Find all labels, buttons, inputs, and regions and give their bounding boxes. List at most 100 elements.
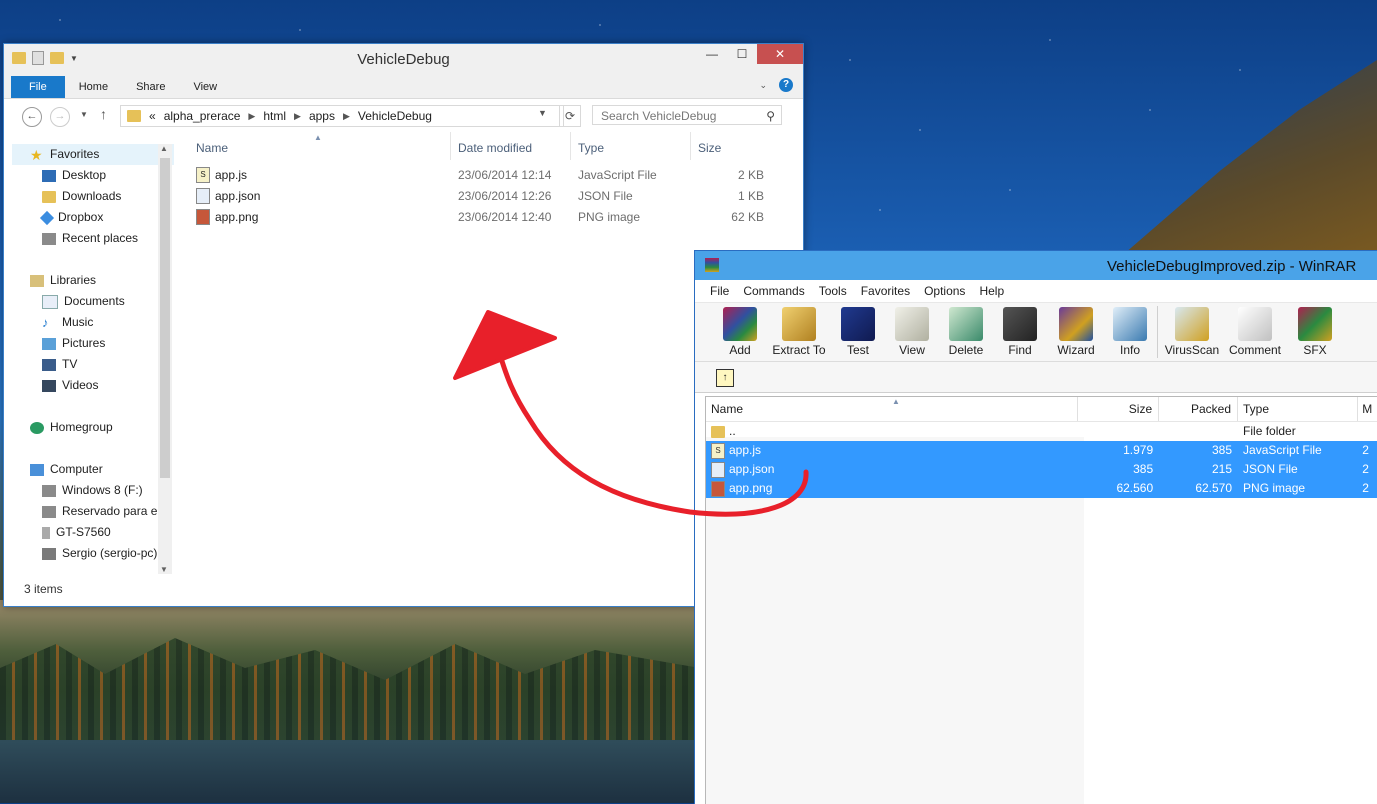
winrar-app-icon[interactable]	[705, 258, 719, 272]
up-one-level-icon[interactable]: ↑	[716, 369, 734, 387]
search-input[interactable]: Search VehicleDebug ⚲	[592, 105, 782, 125]
nav-windows8-drive[interactable]: Windows 8 (F:)	[12, 480, 174, 501]
archive-file-name: app.json	[729, 462, 775, 476]
find-button[interactable]: Find	[997, 303, 1043, 357]
archive-row[interactable]: app.json 385 215 JSON File 2	[706, 460, 1377, 479]
phone-icon	[42, 526, 50, 539]
nav-dropbox[interactable]: Dropbox	[12, 207, 174, 228]
nav-computer[interactable]: Computer	[12, 459, 174, 480]
nav-libraries[interactable]: Libraries	[12, 270, 174, 291]
column-header-size[interactable]: Size	[1078, 397, 1160, 421]
view-button[interactable]: View	[889, 303, 935, 357]
sfx-button[interactable]: SFX	[1290, 303, 1340, 357]
nav-music[interactable]: ♪ Music	[12, 312, 174, 333]
breadcrumb-apps[interactable]: apps	[309, 109, 335, 123]
nav-tv[interactable]: TV	[12, 354, 174, 375]
add-button[interactable]: Add	[709, 303, 771, 357]
breadcrumb-alpha-prerace[interactable]: alpha_prerace	[164, 109, 241, 123]
delete-button[interactable]: Delete	[935, 303, 997, 357]
nav-desktop[interactable]: Desktop	[12, 165, 174, 186]
tab-file[interactable]: File	[11, 76, 65, 98]
wizard-button[interactable]: Wizard	[1043, 303, 1109, 357]
scroll-thumb[interactable]	[160, 158, 170, 478]
breadcrumb-vehicledebug[interactable]: VehicleDebug	[358, 109, 432, 123]
explorer-titlebar[interactable]: ▼ VehicleDebug — ☐ ✕	[4, 44, 803, 74]
file-date: 23/06/2014 12:26	[458, 188, 552, 203]
comment-button[interactable]: Comment	[1220, 303, 1290, 357]
address-bar[interactable]: « alpha_prerace ▶ html ▶ apps ▶ VehicleD…	[120, 105, 564, 127]
info-icon	[1113, 307, 1147, 341]
address-dropdown-icon[interactable]: ▼	[538, 108, 547, 118]
column-header-date[interactable]: Date modified	[458, 141, 578, 155]
nav-sergio-pc[interactable]: Sergio (sergio-pc)	[12, 543, 174, 564]
extract-to-button[interactable]: Extract To	[771, 303, 827, 357]
help-icon[interactable]: ?	[779, 78, 793, 92]
delete-icon	[949, 307, 983, 341]
column-header-packed[interactable]: Packed	[1159, 397, 1239, 421]
column-header-name[interactable]: Name	[190, 141, 458, 155]
archive-file-type: JSON File	[1243, 462, 1298, 476]
winrar-titlebar[interactable]: VehicleDebugImproved.zip - WinRAR	[695, 251, 1377, 280]
tool-label: SFX	[1303, 343, 1327, 357]
scroll-down-icon[interactable]: ▼	[160, 565, 168, 574]
tab-view[interactable]: View	[179, 76, 231, 98]
minimize-button[interactable]: —	[697, 44, 727, 64]
nav-documents[interactable]: Documents	[12, 291, 174, 312]
breadcrumb-overflow[interactable]: «	[149, 109, 156, 123]
breadcrumb-separator-icon[interactable]: ▶	[294, 111, 301, 122]
nav-scrollbar[interactable]: ▲ ▼	[158, 144, 172, 574]
archive-row-parent[interactable]: .. File folder	[706, 422, 1377, 441]
test-button[interactable]: Test	[827, 303, 889, 357]
archive-file-modified	[1358, 422, 1377, 441]
up-button[interactable]: ↑	[100, 106, 107, 122]
menu-file[interactable]: File	[703, 284, 736, 298]
homegroup-icon	[30, 421, 44, 434]
forward-button[interactable]: →	[50, 107, 70, 127]
info-button[interactable]: Info	[1109, 303, 1151, 357]
breadcrumb-separator-icon[interactable]: ▶	[343, 111, 350, 122]
file-row[interactable]: Sapp.js 23/06/2014 12:14 JavaScript File…	[190, 164, 780, 185]
menu-tools[interactable]: Tools	[812, 284, 854, 298]
nav-gt-s7560[interactable]: GT-S7560	[12, 522, 174, 543]
tab-home[interactable]: Home	[65, 76, 122, 98]
column-divider[interactable]	[570, 132, 571, 160]
menu-help[interactable]: Help	[972, 284, 1011, 298]
refresh-button[interactable]: ⟳	[559, 105, 581, 127]
breadcrumb-html[interactable]: html	[263, 109, 286, 123]
menu-options[interactable]: Options	[917, 284, 972, 298]
archive-row[interactable]: Sapp.js 1.979 385 JavaScript File 2	[706, 441, 1377, 460]
close-button[interactable]: ✕	[757, 44, 803, 64]
file-row[interactable]: app.png 23/06/2014 12:40 PNG image 62 KB	[190, 206, 780, 227]
scroll-up-icon[interactable]: ▲	[160, 144, 168, 153]
nav-reservado-drive[interactable]: Reservado para el	[12, 501, 174, 522]
menu-commands[interactable]: Commands	[736, 284, 811, 298]
archive-row[interactable]: app.png 62.560 62.570 PNG image 2	[706, 479, 1377, 498]
column-header-type[interactable]: Type	[578, 141, 698, 155]
nav-label: Dropbox	[58, 210, 104, 224]
column-divider[interactable]	[450, 132, 451, 160]
virusscan-button[interactable]: VirusScan	[1164, 303, 1220, 357]
drive-icon	[42, 505, 56, 518]
menu-favorites[interactable]: Favorites	[854, 284, 917, 298]
breadcrumb-separator-icon[interactable]: ▶	[248, 111, 255, 122]
nav-homegroup[interactable]: Homegroup	[12, 417, 174, 438]
nav-label: Windows 8 (F:)	[62, 483, 143, 497]
toolbar: Add Extract To Test View Delete Find Wiz…	[695, 303, 1377, 362]
file-row[interactable]: app.json 23/06/2014 12:26 JSON File 1 KB	[190, 185, 780, 206]
column-divider[interactable]	[690, 132, 691, 160]
nav-favorites[interactable]: ★ Favorites	[12, 144, 174, 165]
maximize-button[interactable]: ☐	[727, 44, 757, 64]
column-header-size[interactable]: Size	[698, 141, 768, 155]
archive-file-packed: 62.570	[1195, 481, 1233, 495]
column-header-type[interactable]: Type	[1238, 397, 1359, 421]
recent-locations-icon[interactable]: ▼	[80, 110, 88, 119]
expand-ribbon-icon[interactable]: ⌄	[759, 80, 767, 91]
nav-downloads[interactable]: Downloads	[12, 186, 174, 207]
tab-share[interactable]: Share	[122, 76, 179, 98]
file-type: PNG image	[578, 209, 641, 224]
nav-videos[interactable]: Videos	[12, 375, 174, 396]
back-button[interactable]: ←	[22, 107, 42, 127]
nav-pictures[interactable]: Pictures	[12, 333, 174, 354]
nav-recent-places[interactable]: Recent places	[12, 228, 174, 249]
column-header-modified[interactable]: M	[1358, 397, 1377, 421]
